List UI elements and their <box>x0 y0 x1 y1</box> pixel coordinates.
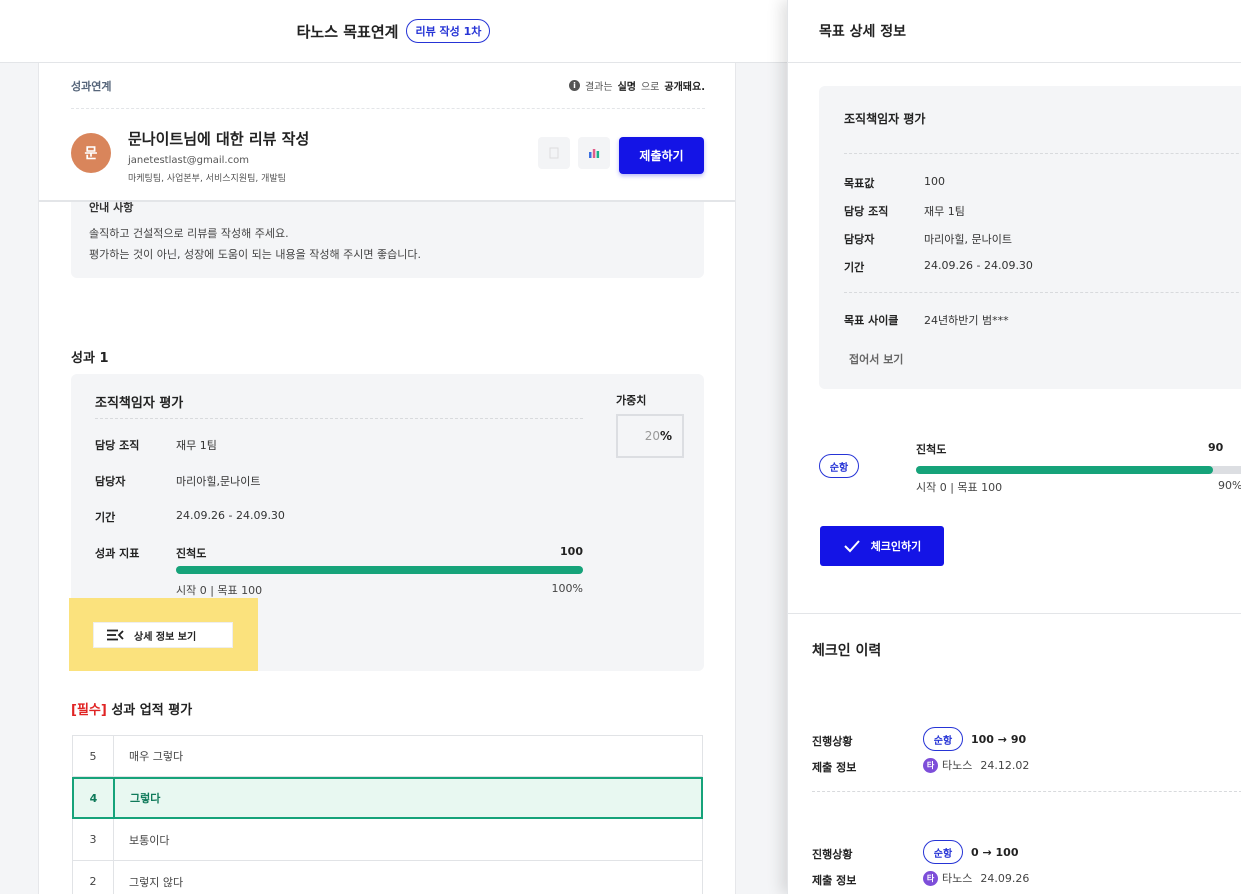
metric-name: 진척도 <box>176 547 207 560</box>
field-value: 재무 1팀 <box>924 205 965 218</box>
breadcrumb-row: 성과연계 i 결과는 실명 으로 공개돼요. <box>71 63 705 109</box>
page-title: 타노스 목표연계 <box>296 22 399 41</box>
required-mark: [필수] <box>71 703 107 718</box>
card-title: 조직책임자 평가 <box>95 392 583 419</box>
menu-collapse-icon <box>107 629 124 641</box>
divider <box>844 292 1241 293</box>
status-badge: 순항 <box>819 454 859 478</box>
history-status-label: 진행상황 <box>812 848 853 861</box>
check-icon <box>843 540 860 553</box>
history-title: 체크인 이력 <box>812 643 882 659</box>
checkin-button[interactable]: 체크인하기 <box>820 526 944 566</box>
visibility-notice: i 결과는 실명 으로 공개돼요. <box>568 78 705 93</box>
progress-percent: 90% <box>1218 479 1241 492</box>
review-round-badge: 리뷰 작성 1차 <box>406 19 491 43</box>
panel-progress-bar <box>916 466 1241 474</box>
guide-line: 평가하는 것이 아닌, 성장에 도움이 되는 내용을 작성해 주시면 좋습니다. <box>89 248 421 261</box>
breadcrumb: 성과연계 <box>71 79 112 93</box>
history-change: 0 → 100 <box>971 846 1019 859</box>
field-value: 마리아힐,문나이트 <box>176 475 261 488</box>
panel-progress-fill <box>916 466 1213 474</box>
user-avatar-icon: 타 <box>923 757 938 773</box>
chart-icon-button[interactable] <box>578 137 610 169</box>
checkin-label: 체크인하기 <box>870 540 922 553</box>
field-label: 담당자 <box>844 233 875 246</box>
field-label: 기간 <box>844 261 865 274</box>
metric-progress-fill <box>176 566 583 574</box>
history-submitter: 타 타노스 24.12.02 <box>923 757 1029 773</box>
detail-info-button[interactable]: 상세 정보 보기 <box>93 622 233 648</box>
rating-options: 5 매우 그렇다 4 그렇다 3 보통이다 2 그렇지 않다 <box>72 735 703 894</box>
metric-label: 성과 지표 <box>95 547 140 560</box>
section-divider <box>788 613 1241 614</box>
rating-option[interactable]: 2 그렇지 않다 <box>72 861 703 894</box>
progress-value: 90 <box>1208 441 1224 454</box>
divider <box>812 791 1241 792</box>
status-badge: 순항 <box>923 727 963 751</box>
field-value: 재무 1팀 <box>176 439 217 452</box>
metric-value: 100 <box>560 545 583 558</box>
guide-line: 솔직하고 건설적으로 리뷰를 작성해 주세요. <box>89 227 289 240</box>
history-submit-label: 제출 정보 <box>812 874 857 887</box>
section-title: 성과 1 <box>71 351 109 366</box>
rating-option[interactable]: 3 보통이다 <box>72 819 703 861</box>
fold-link[interactable]: 접어서 보기 <box>849 351 903 367</box>
divider <box>844 153 1241 154</box>
field-value: 24.09.26 - 24.09.30 <box>924 259 1033 272</box>
progress-name: 진척도 <box>916 443 947 456</box>
metric-percent: 100% <box>551 582 583 595</box>
metric-range: 시작 0 | 목표 100 <box>176 584 263 597</box>
field-label: 담당 조직 <box>95 439 140 452</box>
progress-range: 시작 0 | 목표 100 <box>916 481 1003 494</box>
submit-button[interactable]: 제출하기 <box>619 137 704 174</box>
field-label: 기간 <box>95 511 116 524</box>
reviewee-avatar: 문 <box>71 133 111 173</box>
metric-progress-bar <box>176 566 583 574</box>
weight-input[interactable]: 20% <box>616 414 684 458</box>
document-icon-button[interactable] <box>538 137 570 169</box>
cycle-label: 목표 사이클 <box>844 314 899 327</box>
reviewee-email: janetestlast@gmail.com <box>128 155 249 166</box>
user-avatar-icon: 타 <box>923 870 938 886</box>
field-value: 마리아힐, 문나이트 <box>924 233 1012 246</box>
top-header: 타노스 목표연계 리뷰 작성 1차 <box>0 0 787 63</box>
document-icon <box>549 147 559 159</box>
history-change: 100 → 90 <box>971 733 1027 746</box>
review-title: 문나이트님에 대한 리뷰 작성 <box>128 130 310 148</box>
field-label: 목표값 <box>844 177 875 190</box>
weight-label: 가중치 <box>616 394 647 407</box>
panel-title: 목표 상세 정보 <box>788 0 1241 63</box>
reviewee-teams: 마케팅팀, 사업본부, 서비스지원팀, 개발팀 <box>128 174 286 184</box>
history-status-label: 진행상황 <box>812 735 853 748</box>
history-submitter: 타 타노스 24.09.26 <box>923 870 1029 886</box>
goal-info-card: 조직책임자 평가 목표값 100 담당 조직 재무 1팀 담당자 마리아힐, 문… <box>819 86 1241 389</box>
history-submit-label: 제출 정보 <box>812 761 857 774</box>
field-value: 100 <box>924 175 945 188</box>
rating-option[interactable]: 5 매우 그렇다 <box>72 735 703 777</box>
detail-info-label: 상세 정보 보기 <box>134 631 197 643</box>
review-header: 성과연계 i 결과는 실명 으로 공개돼요. 문 문나이트님에 대한 리뷰 작성 ja… <box>39 63 735 202</box>
field-label: 담당자 <box>95 475 126 488</box>
goal-card-title: 조직책임자 평가 <box>844 112 926 126</box>
status-badge: 순항 <box>923 840 963 864</box>
rating-option-selected[interactable]: 4 그렇다 <box>72 777 703 819</box>
goal-detail-panel: 목표 상세 정보 조직책임자 평가 목표값 100 담당 조직 재무 1팀 담당… <box>787 0 1241 894</box>
guide-box: 안내 사항 솔직하고 건설적으로 리뷰를 작성해 주세요. 평가하는 것이 아닌… <box>71 189 704 278</box>
field-value: 24.09.26 - 24.09.30 <box>176 509 285 522</box>
field-label: 담당 조직 <box>844 205 889 218</box>
info-icon: i <box>568 80 580 91</box>
review-main: 성과연계 i 결과는 실명 으로 공개돼요. 문 문나이트님에 대한 리뷰 작성 ja… <box>38 63 736 894</box>
cycle-value: 24년하반기 범*** <box>924 314 1009 327</box>
rating-title: [필수] 성과 업적 평가 <box>71 703 193 718</box>
bar-chart-icon <box>589 149 600 158</box>
